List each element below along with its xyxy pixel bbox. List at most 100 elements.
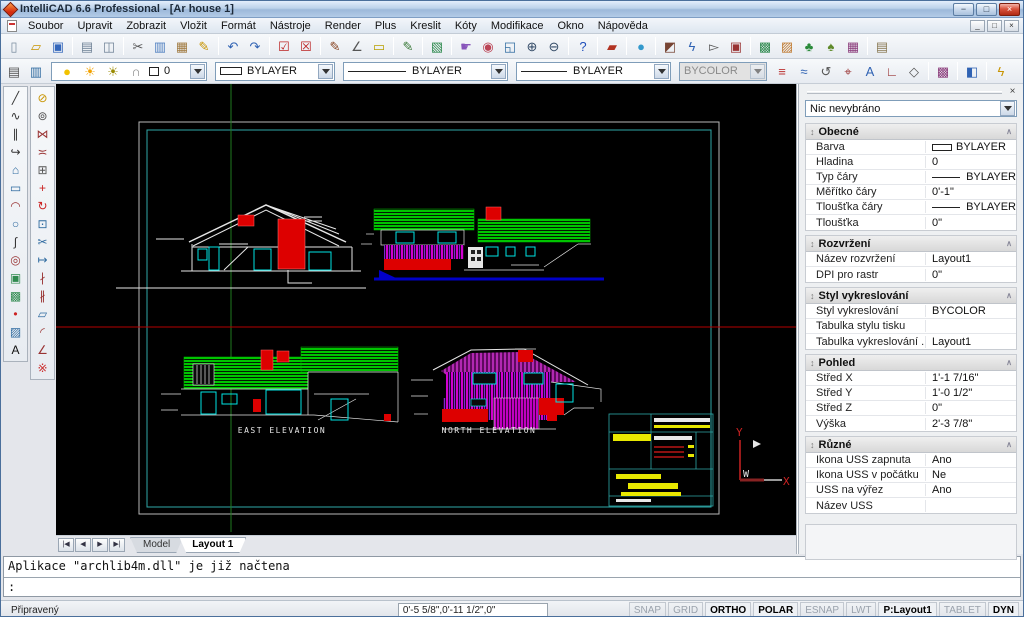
menu-modifikace[interactable]: Modifikace	[484, 19, 551, 33]
lineweight-combo-arrow-icon[interactable]	[654, 64, 669, 79]
title-bar[interactable]: IntelliCAD 6.6 Professional - [Ar house …	[1, 1, 1023, 18]
command-prompt[interactable]: :	[4, 578, 1020, 596]
explore-layers-icon[interactable]: ≡	[772, 62, 792, 81]
cut-icon[interactable]: ✂	[128, 37, 148, 56]
section-header-rozvrzeni[interactable]: ↕ Rozvržení ∧	[806, 236, 1016, 252]
color-combo-arrow-icon[interactable]	[318, 64, 333, 79]
prop-row-tloustka[interactable]: Tloušťka 0"	[806, 215, 1016, 230]
prop-row-stred-y[interactable]: Střed Y 1'-0 1/2"	[806, 386, 1016, 401]
circle-icon[interactable]: ○	[4, 215, 28, 233]
menu-upravit[interactable]: Upravit	[70, 19, 119, 33]
minimize-button[interactable]: −	[953, 3, 974, 16]
tab-first-button[interactable]: |◀	[58, 538, 74, 552]
prop-row-hladina[interactable]: Hladina 0	[806, 155, 1016, 170]
undo-icon[interactable]: ↶	[223, 37, 243, 56]
erase-icon[interactable]: ⊘	[31, 89, 55, 107]
edit-polyline-icon[interactable]: ▱	[31, 305, 55, 323]
layer-combo[interactable]: ●☀☀∩ 0	[51, 62, 207, 81]
batch-plot-icon[interactable]: ☒	[296, 37, 316, 56]
close-button[interactable]: ×	[999, 3, 1020, 16]
pan-icon[interactable]: ☛	[456, 37, 476, 56]
polygon-icon[interactable]: ⌂	[4, 161, 28, 179]
prop-row-tloustka-cary[interactable]: Tloušťka čáry BYLAYER	[806, 200, 1016, 215]
toggle-grid[interactable]: GRID	[668, 602, 703, 617]
break-at-point-icon[interactable]: ∦	[31, 287, 55, 305]
drawing-canvas[interactable]: EAST ELEVATION	[56, 84, 796, 535]
layers-manager-icon[interactable]: ▤	[4, 62, 24, 81]
select-light-icon[interactable]: ▻	[704, 37, 724, 56]
menu-n-pov-da[interactable]: Nápověda	[591, 19, 655, 33]
prop-row-tabulka-vykreslovani[interactable]: Tabulka vykreslování ... Layout1	[806, 334, 1016, 349]
menu-render[interactable]: Render	[318, 19, 368, 33]
section-header-ruzne[interactable]: ↕ Různé ∧	[806, 437, 1016, 453]
properties-window-icon[interactable]: ◧	[962, 62, 982, 81]
south-elevation-drawing[interactable]	[116, 205, 366, 288]
mdi-restore-button[interactable]: □	[987, 20, 1002, 32]
render-settings-icon[interactable]: ▩	[933, 62, 953, 81]
coordinate-readout[interactable]: 0'-5 5/8",0'-11 1/2",0"	[398, 603, 548, 617]
panel-close-icon[interactable]: ×	[1006, 86, 1019, 98]
zoom-dynamic-icon[interactable]: ◉	[478, 37, 498, 56]
section-collapse-icon[interactable]: ∧	[1006, 127, 1012, 136]
section-collapse-icon[interactable]: ∧	[1006, 239, 1012, 248]
open-file-icon[interactable]: ▱	[26, 37, 46, 56]
toggle-snap[interactable]: SNAP	[629, 602, 666, 617]
insert-block-icon[interactable]: ▣	[4, 269, 28, 287]
prop-row-stred-z[interactable]: Střed Z 0"	[806, 401, 1016, 416]
toggle-lwt[interactable]: LWT	[846, 602, 876, 617]
background-icon[interactable]: ▨	[777, 37, 797, 56]
section-collapse-icon[interactable]: ∧	[1006, 358, 1012, 367]
zoom-in-icon[interactable]: ⊕	[522, 37, 542, 56]
tab-last-button[interactable]: ▶|	[109, 538, 125, 552]
clipboard-icon[interactable]: ▤	[872, 37, 892, 56]
section-header-obecne[interactable]: ↕ Obecné ∧	[806, 124, 1016, 140]
scenes-icon[interactable]: ▣	[726, 37, 746, 56]
landscape-edit-icon[interactable]: ♠	[821, 37, 841, 56]
named-views-icon[interactable]: ◇	[904, 62, 924, 81]
format-painter-icon[interactable]: ✎	[194, 37, 214, 56]
section-collapse-icon[interactable]: ∧	[1006, 440, 1012, 449]
drawing-settings-icon[interactable]: ▭	[369, 37, 389, 56]
menu-plus[interactable]: Plus	[368, 19, 403, 33]
layer-unlock-icon[interactable]: ∩	[126, 62, 146, 81]
help-icon[interactable]: ?	[573, 37, 593, 56]
scale-icon[interactable]: ⊡	[31, 215, 55, 233]
text-style-icon[interactable]: A	[860, 62, 880, 81]
toggle-tablet[interactable]: TABLET	[939, 602, 986, 617]
viewport-border[interactable]	[147, 130, 711, 507]
new-file-icon[interactable]: ▯	[4, 37, 24, 56]
title-block[interactable]	[609, 414, 713, 506]
layer-on-bulb-icon[interactable]: ●	[57, 62, 77, 81]
prop-row-meritko-cary[interactable]: Měřítko čáry 0'-1"	[806, 185, 1016, 200]
explore-linetypes-icon[interactable]: ≈	[794, 62, 814, 81]
section-collapse-icon[interactable]: ∧	[1006, 291, 1012, 300]
linetype-combo-arrow-icon[interactable]	[491, 64, 506, 79]
line-icon[interactable]: ╱	[4, 89, 28, 107]
shade-icon[interactable]: ●	[631, 37, 651, 56]
prop-row-nazev-uss[interactable]: Název USS	[806, 498, 1016, 513]
mirror-icon[interactable]: ⋈	[31, 125, 55, 143]
entity-properties-icon[interactable]: ϟ	[991, 62, 1011, 81]
tab-prev-button[interactable]: ◀	[75, 538, 91, 552]
prop-row-styl[interactable]: Styl vykreslování BYCOLOR	[806, 304, 1016, 319]
toggle-dyn[interactable]: DYN	[988, 602, 1019, 617]
rectangle-icon[interactable]: ▭	[4, 179, 28, 197]
linetype-combo[interactable]: BYLAYER	[343, 62, 508, 81]
match-properties-icon[interactable]: ✎	[398, 37, 418, 56]
regen-view-icon[interactable]: ↺	[816, 62, 836, 81]
prop-row-tabulka-tisku[interactable]: Tabulka stylu tisku	[806, 319, 1016, 334]
extend-icon[interactable]: ↦	[31, 251, 55, 269]
panel-grip[interactable]	[807, 91, 1002, 94]
section-header-styl[interactable]: ↕ Styl vykreslování ∧	[806, 288, 1016, 304]
menu-vlo-it[interactable]: Vložit	[173, 19, 214, 33]
fillet-icon[interactable]: ◜	[31, 323, 55, 341]
plot-icon[interactable]: ☑	[274, 37, 294, 56]
move-icon[interactable]: +	[31, 179, 55, 197]
north-elevation-drawing[interactable]: NORTH ELEVATION	[411, 349, 601, 435]
text-icon[interactable]: A	[4, 341, 28, 359]
redo-icon[interactable]: ↷	[245, 37, 265, 56]
break-icon[interactable]: ∤	[31, 269, 55, 287]
polyline-icon[interactable]: ∿	[4, 107, 28, 125]
paste-icon[interactable]: ▦	[172, 37, 192, 56]
menu-k-ty[interactable]: Kóty	[448, 19, 484, 33]
